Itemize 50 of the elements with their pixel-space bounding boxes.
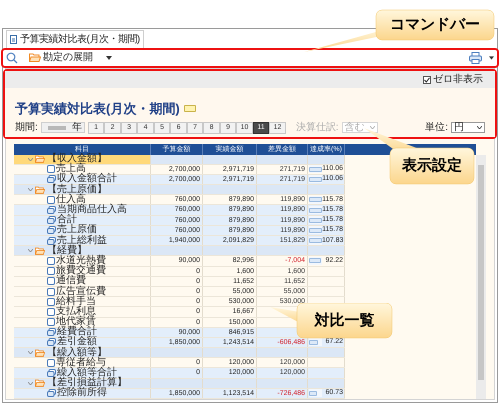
unit-select[interactable]: 円	[451, 122, 485, 133]
folder-icon	[35, 379, 45, 388]
chevron-down-icon[interactable]	[28, 188, 33, 192]
account-name: 支払利息	[56, 306, 96, 317]
folder-icon	[35, 155, 45, 164]
account-name: 広告宣伝費	[56, 286, 106, 297]
year-field[interactable]: 年	[40, 122, 85, 133]
closing-entry-label: 決算仕訳:	[296, 120, 339, 135]
callout-label: 対比一覧	[314, 312, 374, 330]
callout-label: コマンドバー	[390, 16, 480, 34]
account-name: 差引金額	[57, 337, 97, 348]
caret-icon[interactable]	[106, 56, 112, 60]
callout-label: 表示設定	[402, 157, 462, 175]
unit-label: 単位:	[425, 121, 448, 135]
zero-hide-label: ゼロ非表示	[433, 74, 483, 84]
account-name: 給料手当	[56, 296, 96, 307]
period-label: 期間:	[15, 120, 38, 135]
info-badge-icon	[184, 105, 196, 112]
account-name: 水道光熱費	[56, 256, 106, 266]
account-name: 仕入高	[56, 194, 86, 205]
chevron-down-icon[interactable]	[28, 249, 33, 252]
folder-icon	[35, 246, 45, 255]
folder-icon	[35, 186, 45, 194]
account-name: 専従者給与	[56, 358, 106, 368]
check-icon	[424, 76, 430, 82]
page-icon	[47, 358, 55, 367]
page-icon	[47, 165, 55, 174]
chevron-down-icon[interactable]	[28, 382, 33, 385]
chevron-down-icon[interactable]	[28, 158, 33, 161]
chevron-down-icon[interactable]	[28, 351, 33, 354]
account-name: 売上総利益	[57, 236, 107, 246]
folder-icon	[29, 53, 41, 62]
chevron-down-icon	[370, 126, 375, 129]
caret-icon[interactable]	[489, 56, 494, 60]
page-icon	[47, 196, 55, 204]
account-name: 売上原価	[57, 225, 97, 236]
scrollbar[interactable]	[476, 154, 486, 399]
folder-icon	[35, 348, 45, 357]
zero-hide-checkbox[interactable]	[423, 76, 431, 84]
search-icon[interactable]	[6, 52, 18, 64]
document-icon	[10, 34, 17, 44]
printer-icon[interactable]	[469, 52, 482, 64]
expand-accounts-button[interactable]: 勘定の展開	[29, 50, 93, 66]
document-tab[interactable]: 予算実績対比表(月次・期間)	[6, 30, 144, 48]
account-name: 収入金額合計	[57, 174, 117, 184]
chevron-down-icon	[477, 126, 482, 129]
account-name: 通信費	[56, 276, 86, 286]
redacted-year-icon	[48, 126, 66, 130]
report-title: 予算実績対比表(月次・期間)	[15, 100, 180, 118]
account-name: 控除前所得	[57, 388, 107, 398]
